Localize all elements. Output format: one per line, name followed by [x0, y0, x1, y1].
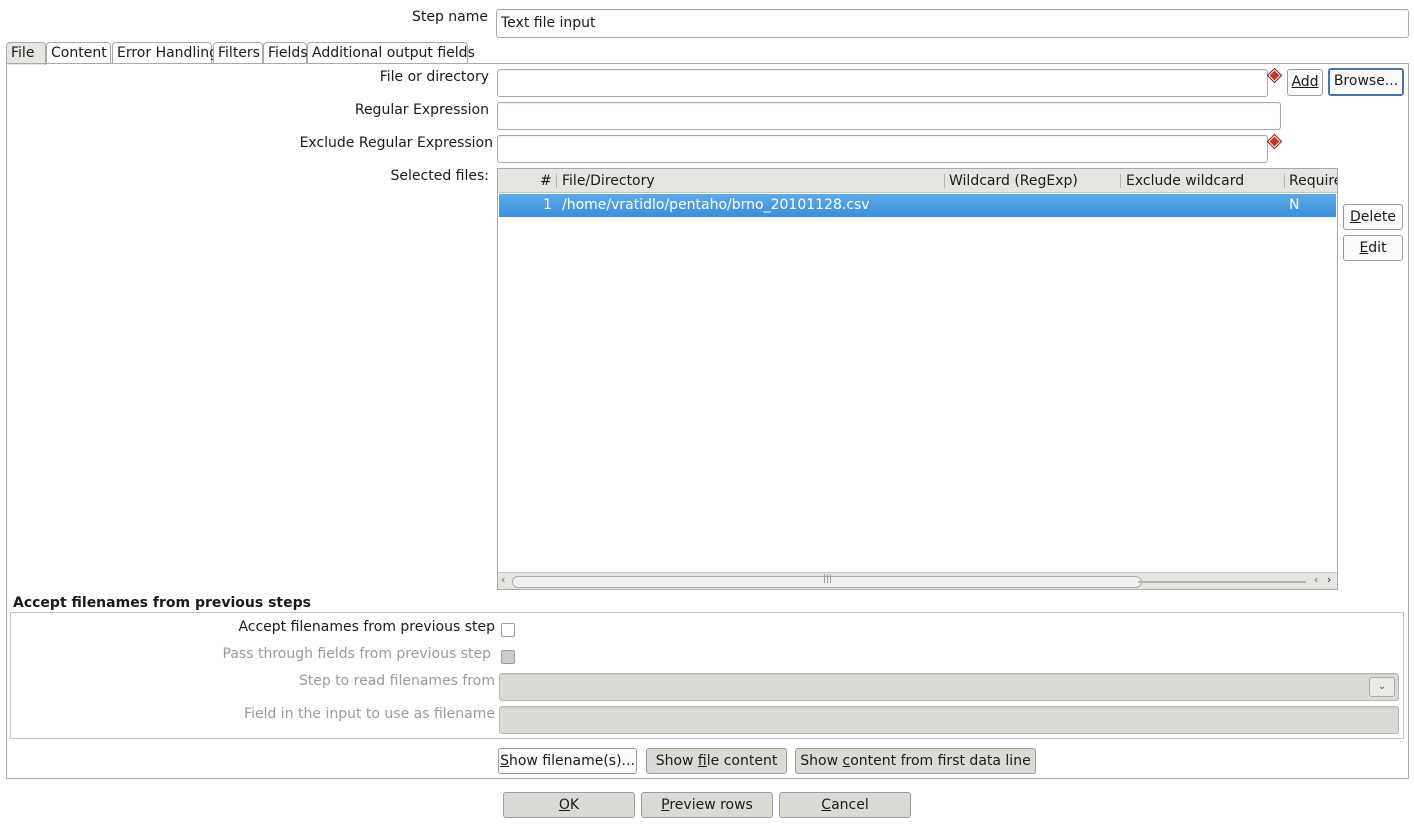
- accept-section-title: Accept filenames from previous steps: [13, 595, 311, 611]
- step-name-input[interactable]: Text file input: [496, 9, 1409, 38]
- column-header-file-directory[interactable]: File/Directory: [562, 169, 932, 193]
- ok-button[interactable]: OK: [503, 792, 635, 818]
- add-button[interactable]: Add: [1287, 69, 1323, 96]
- column-separator: [1284, 174, 1285, 188]
- scroll-right-icon[interactable]: ›: [1327, 573, 1331, 586]
- edit-button[interactable]: Edit: [1343, 235, 1403, 261]
- show-filenames-label: how filename(s)...: [508, 753, 635, 769]
- file-or-directory-label: File or directory: [379, 69, 489, 85]
- selected-files-table[interactable]: # File/Directory Wildcard (RegExp) Exclu…: [497, 168, 1338, 590]
- pass-through-checkbox[interactable]: [501, 650, 515, 664]
- table-header: # File/Directory Wildcard (RegExp) Exclu…: [498, 169, 1337, 193]
- preview-rows-button[interactable]: Preview rows: [641, 792, 773, 818]
- delete-button[interactable]: Delete: [1343, 204, 1403, 230]
- ok-label: K: [569, 797, 580, 813]
- scroll-track: [1138, 581, 1306, 583]
- column-separator: [944, 174, 945, 188]
- step-to-read-select[interactable]: [499, 673, 1399, 701]
- tab-filters[interactable]: Filters: [213, 42, 263, 64]
- step-to-read-label: Step to read filenames from: [298, 673, 495, 689]
- column-header-required[interactable]: Require: [1289, 169, 1337, 193]
- tab-fields[interactable]: Fields: [263, 42, 308, 64]
- column-separator: [556, 174, 557, 188]
- tab-error-handling[interactable]: Error Handling: [112, 42, 218, 64]
- chevron-down-icon[interactable]: ⌄: [1369, 677, 1395, 697]
- regex-label: Regular Expression: [354, 102, 489, 118]
- preview-rows-label: review rows: [669, 797, 753, 813]
- field-filename-label: Field in the input to use as filename: [244, 706, 495, 722]
- grip-icon: |||: [823, 574, 833, 584]
- exclude-regex-input[interactable]: [497, 135, 1268, 163]
- show-filenames-button[interactable]: Show filename(s)...: [498, 748, 637, 774]
- tab-content[interactable]: Content: [46, 42, 111, 64]
- pass-through-label: Pass through fields from previous step: [222, 646, 491, 662]
- accept-filenames-label: Accept filenames from previous step: [238, 619, 495, 635]
- column-header-wildcard[interactable]: Wildcard (RegExp): [949, 169, 1119, 193]
- file-or-directory-input[interactable]: [497, 69, 1268, 97]
- selected-files-label: Selected files:: [390, 168, 489, 184]
- show-file-content-button[interactable]: Show file content: [646, 748, 787, 774]
- row-required: N: [1289, 197, 1300, 213]
- step-name-label: Step name: [411, 9, 488, 25]
- scroll-left-icon[interactable]: ‹: [501, 573, 505, 586]
- scroll-left-icon[interactable]: ‹: [1314, 573, 1318, 586]
- show-content-first-line-button[interactable]: Show content from first data line: [795, 748, 1036, 774]
- table-row[interactable]: 1 /home/vratidlo/pentaho/brno_20101128.c…: [499, 194, 1336, 217]
- browse-button[interactable]: Browse...: [1328, 68, 1404, 96]
- row-file-path: /home/vratidlo/pentaho/brno_20101128.csv: [562, 197, 870, 213]
- tab-file[interactable]: File: [6, 42, 46, 65]
- field-filename-input[interactable]: [499, 706, 1399, 734]
- column-header-num[interactable]: #: [540, 169, 552, 193]
- column-separator: [1120, 174, 1121, 188]
- tab-additional-output-fields[interactable]: Additional output fields: [307, 42, 475, 64]
- exclude-regex-label: Exclude Regular Expression: [299, 135, 493, 151]
- cancel-button[interactable]: Cancel: [779, 792, 911, 818]
- delete-label: elete: [1360, 209, 1396, 225]
- horizontal-scrollbar[interactable]: ‹ ||| ‹ ›: [498, 572, 1337, 589]
- edit-label: dit: [1368, 240, 1387, 256]
- cancel-label: ancel: [831, 797, 869, 813]
- regex-input[interactable]: [497, 102, 1281, 130]
- accept-filenames-checkbox[interactable]: [501, 623, 515, 637]
- row-number: 1: [543, 197, 552, 213]
- column-header-exclude-wildcard[interactable]: Exclude wildcard: [1126, 169, 1281, 193]
- scrollbar-thumb[interactable]: |||: [512, 574, 1142, 588]
